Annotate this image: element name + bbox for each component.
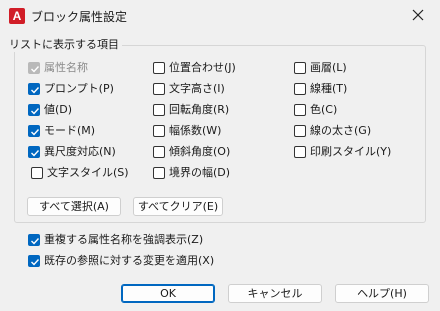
checkbox-unchecked-icon[interactable] <box>294 146 306 158</box>
checkbox-label: 位置合わせ(J) <box>169 61 236 74</box>
window-title: ブロック属性設定 <box>31 10 128 24</box>
checkbox-unchecked-icon[interactable] <box>294 83 306 95</box>
close-icon <box>412 9 424 21</box>
checkbox-unchecked-icon[interactable] <box>153 125 165 137</box>
checkbox-checked-icon[interactable] <box>28 146 40 158</box>
select-all-button[interactable]: すべて選択(A) <box>27 197 121 216</box>
checkbox-unchecked-icon[interactable] <box>294 62 306 74</box>
checkbox-label: 重複する属性名称を強調表示(Z) <box>44 233 204 246</box>
checkbox-checked-icon[interactable] <box>28 83 40 95</box>
autocad-app-icon: A <box>9 8 25 24</box>
checkbox-unchecked-icon[interactable] <box>31 167 43 179</box>
checkbox-checked-icon[interactable] <box>28 234 40 246</box>
checkbox-checked-icon[interactable] <box>28 104 40 116</box>
checkbox-checked-icon[interactable] <box>28 255 40 267</box>
checkbox-label: モード(M) <box>44 124 96 137</box>
title-bar: A ブロック属性設定 <box>0 0 440 31</box>
cancel-button[interactable]: キャンセル <box>228 284 322 303</box>
help-button[interactable]: ヘルプ(H) <box>335 284 429 303</box>
checkbox-label: 傾斜角度(O) <box>169 145 231 158</box>
checkbox-label: 幅係数(W) <box>169 124 222 137</box>
checkbox-label: 線種(T) <box>310 82 348 95</box>
checkbox-label: 色(C) <box>310 103 338 116</box>
block-attribute-settings-dialog: A ブロック属性設定 リストに表示する項目 属性名称プロンプト(P) 値(D) モー… <box>0 0 440 311</box>
checkbox-unchecked-icon[interactable] <box>294 104 306 116</box>
checkbox-label: 異尺度対応(N) <box>44 145 116 158</box>
checkbox-unchecked-icon[interactable] <box>153 104 165 116</box>
checkbox-label: 線の太さ(G) <box>310 124 372 137</box>
checkbox-label: 画層(L) <box>310 61 347 74</box>
checkbox-label: 境界の幅(D) <box>169 166 231 179</box>
checkbox-label: 既存の参照に対する変更を適用(X) <box>44 254 215 267</box>
checkbox-unchecked-icon[interactable] <box>153 83 165 95</box>
checkbox-unchecked-icon[interactable] <box>153 62 165 74</box>
checkbox-label: 文字高さ(I) <box>169 82 225 95</box>
checkbox-label: 値(D) <box>44 103 73 116</box>
ok-button[interactable]: OK <box>121 284 215 303</box>
clear-all-button[interactable]: すべてクリア(E) <box>133 197 223 216</box>
close-button[interactable] <box>407 5 429 25</box>
checkbox-label: 文字スタイル(S) <box>47 166 129 179</box>
checkbox-unchecked-icon[interactable] <box>153 146 165 158</box>
checkbox-unchecked-icon[interactable] <box>153 167 165 179</box>
checkbox-label: プロンプト(P) <box>44 82 114 95</box>
group-label: リストに表示する項目 <box>6 36 122 52</box>
checkbox-label: 属性名称 <box>44 61 88 74</box>
checkbox-checked-icon <box>28 62 40 74</box>
checkbox-checked-icon[interactable] <box>28 125 40 137</box>
checkbox-unchecked-icon[interactable] <box>294 125 306 137</box>
checkbox-label: 回転角度(R) <box>169 103 230 116</box>
checkbox-label: 印刷スタイル(Y) <box>310 145 392 158</box>
